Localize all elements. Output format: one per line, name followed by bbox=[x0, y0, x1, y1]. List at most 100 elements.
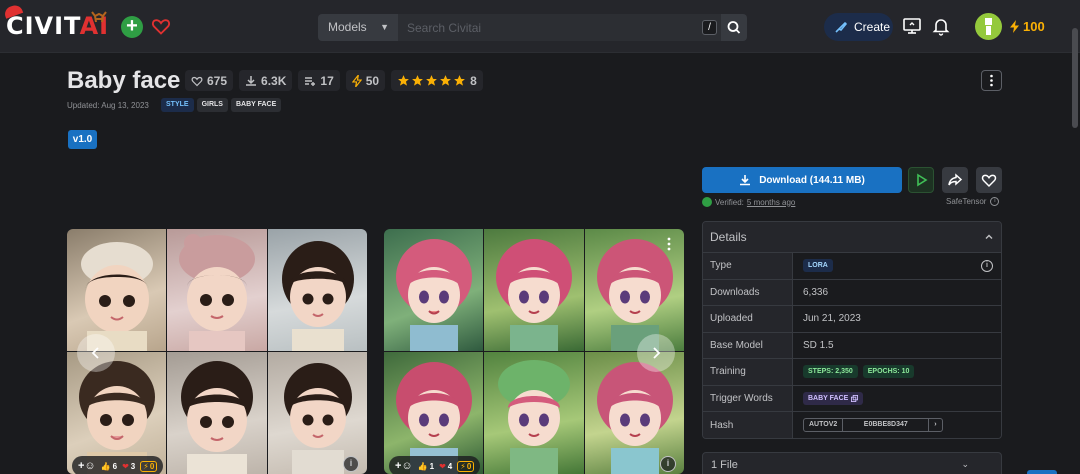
details-panel: Details Type LORA i Downloads 6,336 Uplo… bbox=[702, 221, 1002, 439]
star-icon bbox=[426, 75, 438, 86]
tag-baby-face[interactable]: BABY FACE bbox=[230, 98, 282, 112]
user-avatar[interactable] bbox=[975, 13, 1002, 40]
carousel-next-button[interactable] bbox=[637, 334, 675, 372]
heart-reaction[interactable]: ❤ 3 bbox=[122, 462, 135, 471]
chevron-right-icon bbox=[653, 347, 661, 359]
play-icon bbox=[917, 173, 928, 187]
reaction-bar: +☺ 👍 1 ❤ 4 ⚡ 0 bbox=[389, 456, 481, 474]
anime-girl-image bbox=[484, 229, 584, 351]
lightning-icon bbox=[1010, 20, 1019, 33]
hash-algorithm: AUTOV2 bbox=[804, 419, 844, 432]
top-header: CIVITAI + Models ▼ / Create 100 bbox=[0, 0, 1080, 53]
baby-portrait-image bbox=[67, 229, 167, 351]
dots-vertical-icon bbox=[990, 74, 993, 87]
reindeer-icon bbox=[91, 11, 107, 23]
model-title: Baby face bbox=[67, 67, 181, 94]
tag-girls[interactable]: GIRLS bbox=[196, 98, 228, 112]
share-button[interactable] bbox=[942, 167, 968, 193]
page-scrollbar[interactable] bbox=[1072, 28, 1078, 128]
buzz-tip-reaction[interactable]: ⚡ 0 bbox=[457, 460, 475, 472]
dots-vertical-icon[interactable] bbox=[667, 237, 671, 251]
heart-icon bbox=[191, 76, 203, 86]
search-scope-select[interactable]: Models ▼ bbox=[318, 14, 398, 41]
trigger-word-badge[interactable]: BABY FACE bbox=[803, 391, 864, 405]
info-icon[interactable]: i bbox=[981, 260, 993, 272]
heart-reaction[interactable]: ❤ 4 bbox=[439, 462, 452, 471]
download-icon bbox=[740, 175, 751, 186]
playlist-add-icon bbox=[305, 76, 316, 86]
verified-status: Verified: 5 months ago bbox=[702, 197, 795, 207]
anime-girl-image bbox=[384, 229, 484, 351]
search-bar: Models ▼ / bbox=[318, 14, 747, 41]
version-tab-v1[interactable]: v1.0 bbox=[68, 130, 97, 149]
tag-style[interactable]: STYLE bbox=[161, 98, 194, 112]
like-reaction[interactable]: 👍 1 bbox=[418, 462, 434, 471]
search-input[interactable] bbox=[398, 14, 721, 41]
star-icon bbox=[454, 75, 466, 86]
download-icon bbox=[246, 75, 257, 86]
safetensor-label: SafeTensor i bbox=[946, 197, 1000, 206]
search-hotkey-badge: / bbox=[702, 20, 717, 35]
download-button[interactable]: Download (144.11 MB) bbox=[702, 167, 902, 193]
more-options-button[interactable] bbox=[981, 70, 1002, 91]
copy-icon bbox=[851, 394, 859, 402]
star-icon bbox=[398, 75, 410, 86]
upload-plus-button[interactable]: + bbox=[121, 16, 143, 38]
model-tags: STYLE GIRLS BABY FACE bbox=[161, 98, 282, 112]
model-stats: 675 6.3K 17 50 8 bbox=[185, 70, 483, 91]
detail-row-trigger-words: Trigger Words BABY FACE bbox=[703, 385, 1001, 412]
floating-action-button[interactable] bbox=[1027, 470, 1057, 474]
hash-value: E0BBE8D347 bbox=[843, 419, 930, 432]
training-epochs-badge: EPOCHS: 10 bbox=[862, 365, 915, 379]
collections-stat[interactable]: 17 bbox=[298, 70, 340, 91]
monitor-upload-icon[interactable] bbox=[901, 15, 923, 37]
like-reaction[interactable]: 👍 6 bbox=[101, 462, 117, 471]
details-accordion-header[interactable]: Details bbox=[703, 222, 1001, 253]
rating-stat[interactable]: 8 bbox=[391, 70, 483, 91]
verified-date-link[interactable]: 5 months ago bbox=[747, 198, 795, 207]
add-reaction-button[interactable]: +☺ bbox=[78, 460, 96, 472]
buzz-tip-reaction[interactable]: ⚡ 0 bbox=[140, 460, 158, 472]
generate-button[interactable] bbox=[908, 167, 934, 193]
avatar-image bbox=[985, 18, 992, 35]
favorite-button[interactable] bbox=[976, 167, 1002, 193]
lightning-icon bbox=[351, 74, 362, 87]
add-reaction-button[interactable]: +☺ bbox=[395, 460, 413, 472]
buzz-tips-stat[interactable]: 50 bbox=[345, 70, 386, 91]
logo-text: CIVIT bbox=[6, 12, 80, 40]
create-button[interactable]: Create bbox=[824, 13, 893, 41]
star-icon bbox=[440, 75, 452, 86]
hash-display[interactable]: AUTOV2 E0BBE8D347 › bbox=[803, 418, 943, 433]
detail-row-downloads: Downloads 6,336 bbox=[703, 279, 1001, 306]
baby-portrait-image bbox=[267, 229, 367, 351]
image-info-button[interactable]: i bbox=[660, 456, 676, 472]
carousel-prev-button[interactable] bbox=[77, 334, 115, 372]
detail-row-training: Training STEPS: 2,350 EPOCHS: 10 bbox=[703, 359, 1001, 386]
chevron-down-icon: ⌄ bbox=[961, 459, 969, 469]
bell-icon[interactable] bbox=[930, 15, 952, 37]
type-badge: LORA bbox=[803, 259, 833, 273]
chevron-up-icon bbox=[985, 234, 993, 239]
detail-row-base-model: Base Model SD 1.5 bbox=[703, 332, 1001, 359]
star-rating bbox=[397, 74, 466, 87]
star-icon bbox=[412, 75, 424, 86]
chevron-down-icon: ▼ bbox=[380, 22, 389, 32]
reaction-bar: +☺ 👍 6 ❤ 3 ⚡ 0 bbox=[72, 456, 164, 474]
search-button[interactable] bbox=[721, 14, 747, 41]
buzz-balance[interactable]: 100 bbox=[1009, 19, 1045, 34]
files-accordion[interactable]: 1 File ⌄ bbox=[702, 452, 1002, 474]
shield-check-icon bbox=[702, 197, 712, 207]
search-icon bbox=[727, 21, 741, 34]
brush-icon bbox=[835, 22, 847, 33]
heart-icon bbox=[981, 174, 997, 188]
heart-icon[interactable] bbox=[151, 16, 171, 36]
likes-stat[interactable]: 675 bbox=[185, 70, 234, 91]
civitai-logo[interactable]: CIVITAI bbox=[2, 3, 109, 42]
detail-row-hash: Hash AUTOV2 E0BBE8D347 › bbox=[703, 412, 1001, 438]
chevron-right-icon[interactable]: › bbox=[929, 419, 941, 431]
chevron-left-icon bbox=[91, 347, 99, 359]
image-info-button[interactable]: i bbox=[343, 456, 359, 472]
info-icon[interactable]: i bbox=[990, 197, 1000, 206]
share-icon bbox=[948, 173, 963, 186]
training-steps-badge: STEPS: 2,350 bbox=[803, 365, 858, 379]
